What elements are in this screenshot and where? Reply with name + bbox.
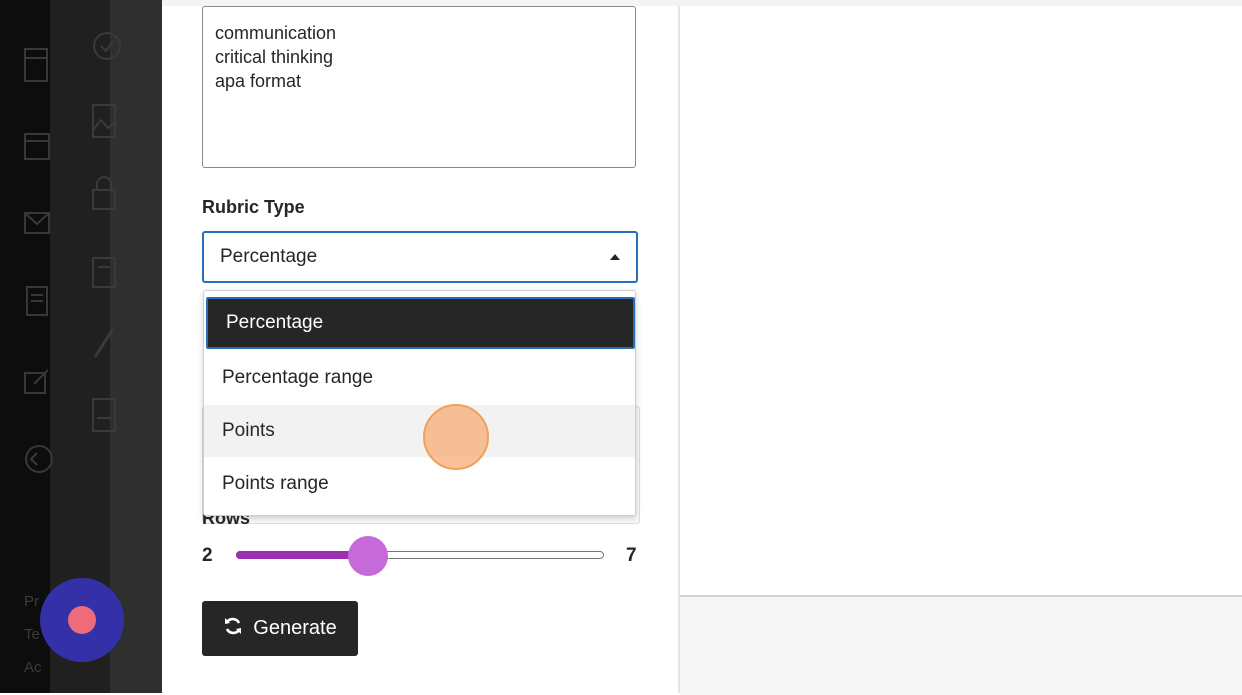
rubric-type-label: Rubric Type xyxy=(202,197,305,217)
option-percentage[interactable]: Percentage xyxy=(206,297,635,349)
generate-button-label: Generate xyxy=(253,617,337,639)
rubric-type-select[interactable]: Percentage xyxy=(202,231,638,283)
rows-min-value: 2 xyxy=(202,545,213,566)
pointer-indicator xyxy=(423,404,489,470)
dashboard-icon[interactable] xyxy=(24,48,48,82)
option-points[interactable]: Points xyxy=(204,405,635,457)
sidebar-peek-text-1: Pr xyxy=(24,593,39,610)
grades-icon[interactable] xyxy=(26,286,48,316)
sidebar-peek-text-3: Ac xyxy=(24,659,42,676)
option-percentage-range[interactable]: Percentage range xyxy=(204,352,635,404)
image-icon[interactable] xyxy=(92,104,116,138)
option-points-range[interactable]: Points range xyxy=(204,458,635,510)
app-nav-rail xyxy=(0,0,50,693)
check-circle-icon[interactable] xyxy=(92,28,122,64)
clipboard-icon[interactable] xyxy=(92,254,116,288)
rubric-type-selected-value: Percentage xyxy=(220,246,318,267)
sidebar-peek-text-2: Te xyxy=(24,626,40,643)
lock-icon[interactable] xyxy=(92,176,116,210)
edit-icon[interactable] xyxy=(24,368,50,394)
calendar-icon[interactable] xyxy=(24,130,50,160)
sign-out-icon[interactable] xyxy=(24,444,54,474)
caret-up-icon xyxy=(610,254,620,260)
mail-icon[interactable] xyxy=(24,212,50,234)
panel-backdrop xyxy=(110,0,162,693)
generate-button[interactable]: Generate xyxy=(202,601,358,656)
record-dot-icon xyxy=(68,606,96,634)
pen-icon[interactable] xyxy=(92,326,116,360)
record-button[interactable] xyxy=(40,578,124,662)
footer-band xyxy=(680,595,1242,695)
rubric-type-dropdown: Percentage Percentage range Points Point… xyxy=(203,290,636,516)
rows-max-value: 7 xyxy=(626,545,637,566)
panel-divider xyxy=(678,6,680,693)
objectives-textarea[interactable]: communication critical thinking apa form… xyxy=(202,6,636,168)
refresh-icon xyxy=(223,616,243,642)
document-icon[interactable] xyxy=(92,398,116,432)
